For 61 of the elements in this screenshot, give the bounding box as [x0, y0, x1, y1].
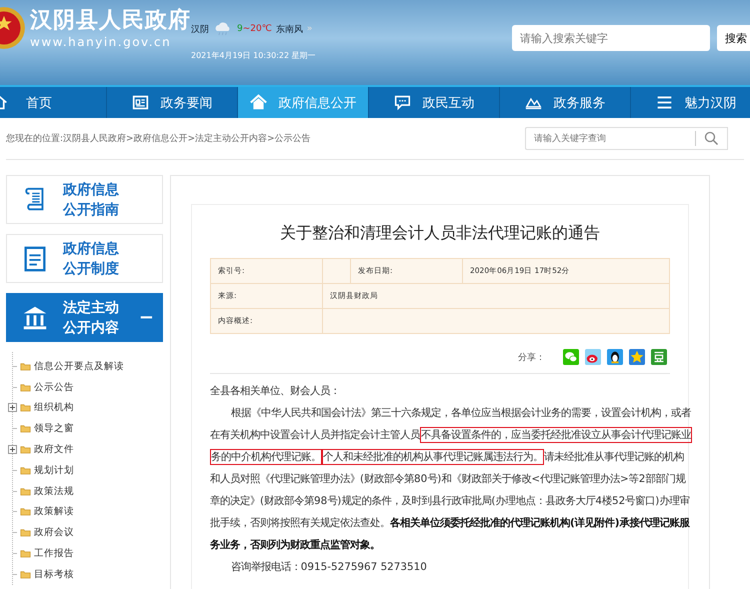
tree-item[interactable]: 组织机构 [34, 401, 74, 414]
card-title: 政府信息 [63, 180, 119, 200]
tree-item[interactable]: 工作报告 [34, 547, 74, 560]
card-title: 政府信息 [63, 240, 119, 258]
tree-item[interactable]: 目标考核 [34, 568, 74, 581]
sidebar-card[interactable]: 政府信息 公开指南 [6, 175, 163, 224]
tree-item[interactable]: 政府会议 [34, 526, 74, 540]
card-title: 公开制度 [63, 260, 119, 278]
tree-item[interactable]: 领导之窗 [34, 422, 74, 436]
folder-icon [20, 507, 31, 516]
breadcrumb: 您现在的位置:汉阴县人民政府>政府信息公开>法定主动公开内容>公示公告 [6, 132, 311, 145]
tree-item[interactable]: 政策解读 [34, 505, 74, 518]
sidebar-card[interactable]: 政府信息 公开制度 [6, 234, 163, 283]
sidebar-card[interactable]: 法定主动 公开内容 − [6, 293, 163, 342]
nav-tab[interactable]: 首页 [0, 87, 107, 118]
card-title: 公开内容 [63, 318, 119, 338]
tree-item[interactable]: 规划计划 [34, 464, 74, 477]
chat-bubble-icon [394, 94, 410, 111]
eye-logo-icon[interactable] [585, 349, 601, 365]
menu-icon [656, 94, 672, 111]
nav-tab[interactable]: 政务服务 [500, 87, 631, 118]
folder-icon [20, 528, 31, 538]
folder-icon [20, 424, 31, 434]
card-title: 公开指南 [63, 200, 119, 220]
folder-icon [20, 549, 31, 558]
tree-item[interactable]: 政府文件 [34, 443, 74, 456]
expand-toggle-icon[interactable] [8, 403, 17, 412]
date-time: 2021年4月19日 10:30:22 星期一 [191, 50, 316, 61]
temperature-high: ~20℃ [242, 24, 272, 34]
folder-icon [20, 362, 31, 371]
body-paragraph: 根据《中华人民共和国会计法》第三十六条规定，各单位应当根据会计业务的需要，设置会计机构，或者在有关机构中设置会计人员并指定会计主管人员不具备设置条件的，应当委托经批准设立从事会计代理记账业务的中介机构代理记账。 个人和未经批准的机构从事代理记账属违法行为。请未经批准从事代理记账的机构和人员对照《代理记账管理办法》(财政部令第80号)和《财政部关于修改<代理记账管理办法>等2部部门规章的决定》(财政部令第98号)规定的条件，及时到县行政审批局(办理地点：县政务大厅4楼52号窗口)办理审批手续，否则将按照有关规定依法查处。各相关单位须委托经批准的代理记账机构(详见附件)承接代理记账服务业务，否则列为财政重点监管对象。 [210, 406, 692, 553]
star-icon[interactable] [629, 349, 645, 365]
nav-tab[interactable]: 政民互动 [369, 87, 500, 118]
folder-icon [20, 570, 31, 579]
contact-line: 咨询举报电话：0915-5275967 5273510 [230, 560, 428, 575]
collapse-toggle[interactable]: − [138, 307, 154, 328]
site-title: 汉阴县人民政府 [30, 7, 191, 35]
search-button[interactable]: 搜索 [717, 25, 750, 51]
salutation: 全县各相关单位、财会人员： [210, 384, 341, 399]
card-title: 法定主动 [63, 298, 119, 318]
article-title: 关于整治和清理会计人员非法代理记账的通告 [279, 223, 601, 244]
search-field[interactable]: 请输入搜索关键字 [512, 25, 710, 51]
folder-icon [20, 486, 31, 496]
share-label: 分享： [518, 352, 545, 364]
nav-tab[interactable]: 魅力汉阴 [631, 87, 750, 118]
folder-icon [20, 466, 31, 475]
folder-icon [20, 445, 31, 454]
expand-toggle-icon[interactable] [8, 445, 17, 454]
weather-place: 汉阴 [191, 24, 209, 36]
site-url: www.hanyin.gov.cn [30, 35, 172, 49]
newspaper-icon [132, 94, 148, 111]
folder-icon [20, 382, 31, 392]
folder-icon [20, 403, 31, 412]
chat-bubbles-icon[interactable] [563, 349, 579, 365]
penguin-icon[interactable] [607, 349, 623, 365]
tree-item[interactable]: 信息公开要点及解读 [34, 360, 124, 373]
tree-item[interactable]: 公示公告 [34, 380, 74, 394]
temperature-low: 9 [237, 24, 243, 34]
tree-item[interactable]: 政策法规 [34, 484, 74, 498]
home-icon [250, 94, 266, 111]
wind-text: 东南风 [276, 24, 303, 36]
